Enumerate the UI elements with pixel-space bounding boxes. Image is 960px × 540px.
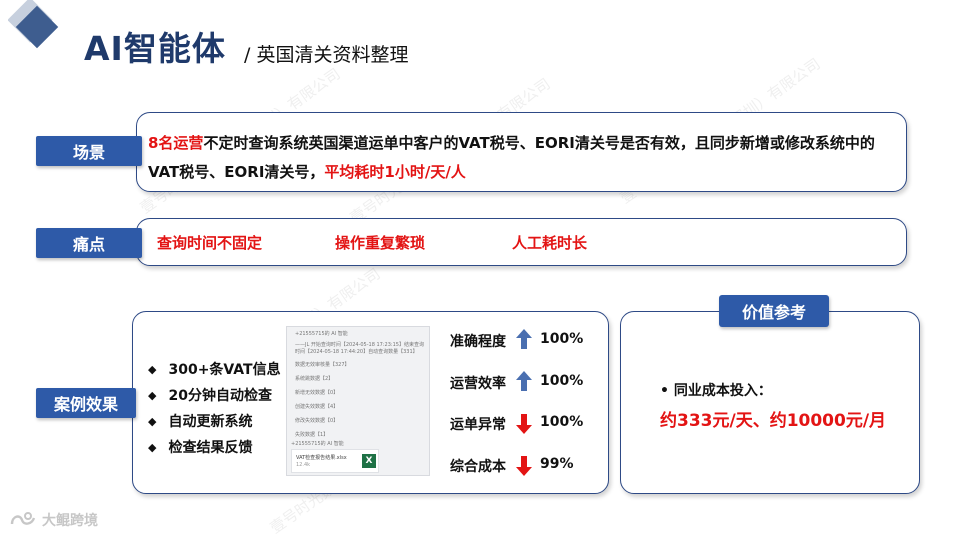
chat-header: +21555715的 AI 智能: [291, 441, 344, 447]
arrow-down-icon: [516, 414, 532, 434]
bullet-text: 自动更新系统: [168, 414, 253, 430]
arrow-down-icon: [516, 456, 532, 476]
chat-message-line: ——JL 开始查询时间【2024-05-18 17:23:15】结束查询: [295, 342, 424, 348]
scene-description: 8名运营不定时查询系统英国渠道运单中客户的VAT税号、EORI清关号是否有效，且…: [148, 129, 898, 187]
corner-diamond-decoration: [8, 0, 59, 49]
chat-row: 新增无效数据【0】: [295, 390, 339, 396]
diamond-bullet-icon: ◆: [148, 414, 157, 428]
diamond-bullet-icon: ◆: [148, 362, 157, 376]
diamond-bullet-icon: ◆: [148, 440, 157, 454]
case-label: 案例效果: [36, 388, 136, 418]
chat-row: 数据无效审核量【327】: [295, 362, 350, 368]
page-subtitle: / 英国清关资料整理: [244, 44, 409, 66]
page-title: AI智能体: [84, 29, 226, 68]
excel-file-icon: X: [362, 454, 376, 468]
list-item: ◆ 自动更新系统: [148, 408, 281, 434]
list-item: ◆ 300+条VAT信息: [148, 356, 281, 382]
brand-logo: 大鲲跨境: [10, 510, 98, 530]
metric-value: 100%: [540, 373, 584, 389]
metric-value: 100%: [540, 331, 584, 347]
case-bullet-list: ◆ 300+条VAT信息 ◆ 20分钟自动检查 ◆ 自动更新系统 ◆ 检查结果反馈: [148, 356, 281, 460]
pain-item: 查询时间不固定: [157, 234, 263, 252]
metric-label: 运单异常: [450, 417, 506, 433]
chat-header: +21555715的 AI 智能: [295, 331, 348, 337]
list-item: ◆ 20分钟自动检查: [148, 382, 281, 408]
metric-label: 综合成本: [450, 459, 506, 475]
file-name: VAT检查报告结果.xlsx: [296, 455, 347, 461]
value-panel: [620, 311, 920, 494]
bullet-text: 检查结果反馈: [168, 440, 253, 456]
metric-label: 准确程度: [450, 334, 506, 350]
metric-value: 99%: [540, 456, 574, 472]
diamond-bullet-icon: ◆: [148, 388, 157, 402]
value-label: 价值参考: [719, 295, 829, 327]
chat-row: 创建失效数据【4】: [295, 404, 339, 410]
arrow-up-icon: [516, 371, 532, 391]
scene-label: 场景: [36, 136, 142, 166]
scene-text-highlight: 8名运营: [148, 134, 204, 152]
metric-label: 运营效率: [450, 376, 506, 392]
file-attachment-card[interactable]: VAT检查报告结果.xlsx 12.4k X: [291, 449, 379, 473]
pain-label: 痛点: [36, 228, 142, 258]
logo-text: 大鲲跨境: [42, 513, 98, 529]
cost-label: • 同业成本投入：: [660, 383, 772, 399]
chat-message-line: 时间【2024-05-18 17:44:20】自动查询数量【331】: [295, 349, 418, 355]
bullet-text: 300+条VAT信息: [168, 362, 281, 378]
chat-row: 系统跳数据【2】: [295, 376, 334, 382]
file-size: 12.4k: [296, 462, 311, 468]
logo-mark-icon: [10, 512, 36, 525]
scene-text-highlight: 平均耗时1小时/天/人: [324, 163, 466, 181]
chat-screenshot-thumbnail: +21555715的 AI 智能 ——JL 开始查询时间【2024-05-18 …: [286, 326, 430, 476]
pain-item: 人工耗时长: [512, 234, 588, 252]
arrow-up-icon: [516, 329, 532, 349]
pain-item: 操作重复繁琐: [335, 234, 426, 252]
scene-text-body: 不定时查询系统英国渠道运单中客户的VAT税号、EORI清关号是否有效，且同步新增…: [148, 134, 875, 181]
metric-value: 100%: [540, 414, 584, 430]
list-item: ◆ 检查结果反馈: [148, 434, 281, 460]
bullet-text: 20分钟自动检查: [168, 388, 272, 404]
chat-row: 失败数据【1】: [295, 432, 329, 438]
chat-row: 修改失效数据【0】: [295, 418, 339, 424]
cost-value: 约333元/天、约10000元/月: [660, 411, 887, 431]
